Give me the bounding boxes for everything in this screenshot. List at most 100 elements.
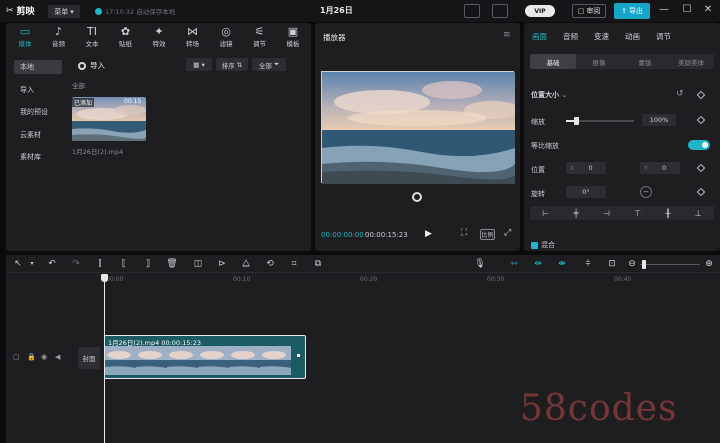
split-left-icon[interactable]: ⟦ [118,258,130,270]
zoom-out-icon[interactable]: ⊖ [626,258,638,270]
video-clip[interactable]: 1月26日(2).mp4 00:00:15:23 [104,335,306,379]
uniform-scale-toggle[interactable] [688,140,710,150]
view-grid-button[interactable]: ▦ ▾ [186,58,212,71]
subtab-0[interactable]: 基础 [530,54,576,69]
sort-button[interactable]: 排序 ⇅ [216,58,248,71]
play-icon[interactable]: ▶ [425,229,432,239]
subtab-1[interactable]: 抠像 [576,54,622,69]
prop-tab-0[interactable]: 画面 [532,31,547,42]
cover-button[interactable]: 封面 [78,347,100,369]
prop-tab-2[interactable]: 变速 [594,31,609,42]
video-preview[interactable] [321,71,515,184]
rotate-input[interactable]: 0° [566,186,606,198]
ratio-button[interactable]: 比例 [480,229,495,240]
sidebar-item-3[interactable]: 云素材 [14,128,62,142]
app-logo: ✂ 剪映 [6,4,35,18]
tab-8[interactable]: ▣ 模板 [276,25,310,49]
linkage-icon[interactable]: ⇼ [556,258,568,270]
delete-icon[interactable]: 🗑 [166,258,178,270]
rotate-value: 0° [582,188,590,196]
track-lock-icon[interactable]: ▢ [13,353,20,361]
picture-in-picture-icon[interactable]: ⧉ [312,258,324,270]
align-left-icon[interactable]: ⊢ [542,209,549,218]
scale-slider-knob[interactable] [574,117,580,125]
reverse-icon[interactable]: ⊳ [216,258,228,270]
blend-section[interactable]: 混合 [531,240,555,250]
sidebar-item-2[interactable]: 我的预设 [14,105,62,119]
playhead[interactable] [104,275,105,443]
scale-keyframe-icon[interactable] [696,115,706,125]
split-right-icon[interactable]: ⟧ [142,258,154,270]
undo-icon[interactable]: ↶ [46,258,58,270]
microphone-icon[interactable]: 🎙 [474,258,486,270]
caption-icon[interactable]: ⊡ [606,258,618,270]
keyframe-icon[interactable] [696,90,706,100]
shortcut-icon[interactable] [464,4,480,18]
preview-axis-icon[interactable]: ⫩ [582,258,594,270]
export-button[interactable]: ⇪ 导出 [614,3,650,19]
position-y-input[interactable]: Y 0 [640,162,680,174]
zoom-in-icon[interactable]: ⊕ [703,258,715,270]
player-panel: 播放器 ≡ 00:00:00:00 00:00:15:23 ▶ ⛶ 比例 ⤢ [315,23,520,251]
track-lock-icon-2[interactable]: 🔒 [27,353,36,361]
tab-6[interactable]: ◎ 滤镜 [209,25,243,49]
track-mute-icon[interactable]: ◀ [55,353,62,361]
align-bottom-icon[interactable]: ⊥ [695,209,702,218]
tab-label: 音频 [52,40,65,48]
subtab-2[interactable]: 蒙版 [622,54,668,69]
close-button[interactable]: ✕ [701,4,715,15]
tab-0[interactable]: ▭ 媒体 [8,25,42,49]
crop-icon[interactable]: ⌗ [288,258,300,270]
menu-button[interactable]: 菜单 ▾ [48,5,80,18]
filter-button[interactable]: 全部 ⏷ [252,58,286,71]
align-right-icon[interactable]: ⊣ [603,209,610,218]
playhead-handle[interactable] [101,274,108,282]
tab-5[interactable]: ⋈ 转场 [176,25,210,49]
blend-checkbox[interactable] [531,241,538,249]
subtab-3[interactable]: 美颜美体 [668,54,714,69]
maximize-button[interactable]: ☐ [680,4,694,15]
scale-slider[interactable] [566,117,634,125]
redo-icon[interactable]: ↷ [70,258,82,270]
reset-icon[interactable]: ↺ [676,89,684,99]
freeze-icon[interactable]: ◫ [192,258,204,270]
scale-input[interactable]: 100% [642,114,676,126]
select-cursor-icon[interactable]: ↖ [12,258,24,270]
split-icon[interactable]: ⫿ [94,258,106,270]
tab-7[interactable]: ⚟ 调节 [243,25,277,49]
align-top-icon[interactable]: ⊤ [634,209,641,218]
zoom-slider[interactable] [640,264,700,265]
tab-3[interactable]: ✿ 贴纸 [109,25,143,49]
fit-screen-icon[interactable]: ⛶ [461,228,467,238]
auto-snap-icon[interactable]: ⇹ [532,258,544,270]
hamburger-icon[interactable]: ≡ [503,30,511,40]
prop-tab-3[interactable]: 动画 [625,31,640,42]
position-keyframe-icon[interactable] [696,163,706,173]
rotate-icon[interactable]: ⟲ [264,258,276,270]
rotate-keyframe-icon[interactable] [696,187,706,197]
layout-icon[interactable] [492,4,508,18]
minimize-button[interactable]: — [657,4,671,15]
tab-2[interactable]: TI 文本 [75,25,109,49]
main-track-magnet-icon[interactable]: ⇿ [508,258,520,270]
tab-4[interactable]: ✦ 特效 [142,25,176,49]
align-center-v-icon[interactable]: ╫ [666,209,671,218]
align-center-h-icon[interactable]: ╪ [574,209,579,218]
position-x-input[interactable]: X 0 [566,162,606,174]
vip-badge[interactable]: VIP [525,5,555,17]
tab-1[interactable]: ♪ 音频 [42,25,76,49]
sidebar-item-4[interactable]: 素材库 [14,150,62,164]
zoom-slider-knob[interactable] [642,260,646,269]
rotate-dial-icon[interactable]: − [640,186,652,198]
prop-tab-1[interactable]: 音频 [563,31,578,42]
review-button[interactable]: ▢ 审阅 [572,4,606,18]
mirror-icon[interactable]: ⧋ [240,258,252,270]
chevron-down-icon[interactable]: ▾ [26,258,38,270]
prop-tab-4[interactable]: 调节 [656,31,671,42]
track-eye-icon[interactable]: ◉ [41,353,48,361]
sidebar-item-1[interactable]: 导入 [14,83,62,97]
rotate-handle-icon[interactable] [412,192,422,202]
fullscreen-icon[interactable]: ⤢ [504,228,511,238]
sidebar-item-0[interactable]: 本地 [14,60,62,74]
import-button[interactable]: 导入 [78,60,105,71]
